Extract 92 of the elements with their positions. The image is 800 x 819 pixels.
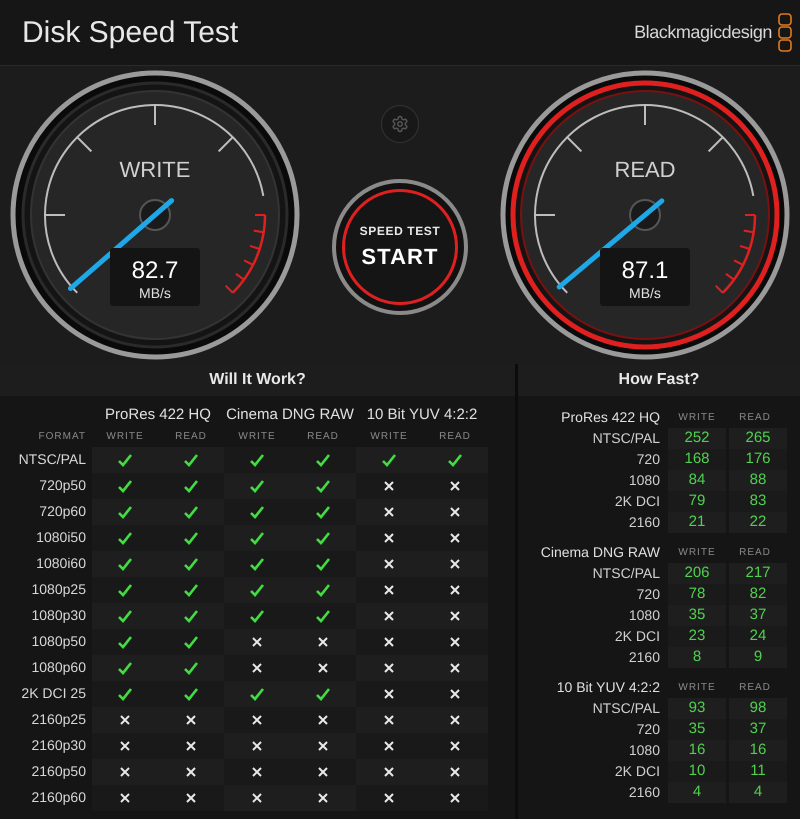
codec-heading: Cinema DNG RAW: [540, 542, 660, 562]
brand-name: Blackmagicdesign: [634, 21, 772, 44]
format-label: 720p50: [38, 476, 86, 495]
speed-value: 217: [745, 563, 771, 584]
column-heading: WRITE: [369, 430, 409, 444]
format-label: 1080i50: [35, 528, 86, 547]
format-label: 720: [636, 450, 660, 469]
codec-heading: ProRes 422 HQ: [560, 408, 660, 427]
speed-value: 83: [750, 491, 766, 512]
format-label: 2160p25: [30, 710, 86, 729]
codec-heading: Cinema DNG RAW: [225, 405, 355, 425]
format-label: NTSC/PAL: [592, 564, 660, 583]
speed-value: 10: [688, 761, 706, 782]
speed-value: 37: [750, 719, 766, 740]
column-heading: WRITE: [677, 680, 717, 694]
format-label: NTSC/PAL: [592, 429, 660, 448]
speed-value: 16: [750, 740, 766, 760]
speed-value: 84: [688, 470, 706, 490]
format-label: 720: [636, 720, 660, 739]
codec-heading: ProRes 422 HQ: [104, 405, 212, 425]
speed-value: 4: [754, 782, 762, 802]
format-label: 1080p25: [30, 580, 86, 599]
format-label: 1080: [628, 471, 660, 490]
column-heading: WRITE: [677, 546, 717, 560]
format-label: 2K DCI: [614, 627, 660, 646]
settings-button[interactable]: [381, 105, 419, 143]
speed-reading: 82.7: [132, 257, 178, 284]
format-label: 1080i60: [35, 554, 86, 573]
format-label: 2K DCI 25: [20, 684, 86, 703]
speed-unit: MB/s: [139, 285, 171, 301]
format-label: 1080p30: [30, 606, 86, 625]
column-heading: WRITE: [105, 430, 145, 444]
speed-value: 82: [750, 584, 766, 604]
speed-value: 35: [688, 719, 706, 740]
speed-value: 35: [688, 605, 706, 626]
column-heading: WRITE: [237, 430, 277, 444]
column-heading: READ: [306, 430, 340, 444]
settings-icon: [391, 115, 409, 133]
speed-value: 206: [684, 563, 710, 584]
speed-value: 88: [750, 470, 766, 490]
format-label: 720p60: [38, 502, 86, 521]
format-label: 2160p30: [30, 736, 86, 755]
format-label: 2160: [628, 648, 660, 667]
codec-heading: 10 Bit YUV 4:2:2: [556, 678, 660, 696]
format-label: 1080: [628, 741, 660, 760]
speed-value: 168: [684, 449, 710, 470]
logo-icon: [778, 12, 792, 52]
section-title: How Fast?: [618, 370, 700, 390]
speed-reading: 87.1: [622, 257, 668, 284]
format-label: 2K DCI: [614, 492, 660, 511]
speed-value: 93: [688, 698, 706, 718]
format-label: 2160: [628, 783, 660, 802]
format-label: 2160: [628, 513, 660, 532]
format-label: 2160p50: [30, 762, 86, 781]
speed-value: 9: [754, 647, 762, 668]
format-label: 2160p60: [30, 788, 86, 807]
column-heading: READ: [738, 410, 772, 424]
speed-value: 24: [750, 626, 766, 646]
format-label: NTSC/PAL: [18, 450, 86, 469]
format-label: NTSC/PAL: [592, 699, 660, 718]
format-label: 1080p50: [30, 632, 86, 651]
speed-value: 22: [750, 512, 766, 532]
format-label: 2K DCI: [614, 762, 660, 781]
column-heading: FORMAT: [38, 430, 86, 444]
speed-value: 23: [688, 626, 706, 646]
column-heading: READ: [438, 430, 472, 444]
gauge-label: READ: [614, 157, 676, 182]
format-label: 720: [636, 585, 660, 604]
speed-value: 37: [750, 605, 766, 626]
speed-value: 78: [688, 584, 706, 604]
codec-heading: 10 Bit YUV 4:2:2: [366, 405, 478, 425]
format-label: 1080p60: [30, 658, 86, 677]
speed-value: 8: [692, 647, 702, 668]
speed-value: 176: [745, 449, 771, 470]
column-heading: READ: [738, 546, 772, 560]
section-title: Will It Work?: [209, 370, 306, 390]
app-title: Disk Speed Test: [22, 15, 238, 51]
column-heading: READ: [174, 430, 208, 444]
format-label: 1080: [628, 606, 660, 625]
speed-value: 4: [692, 782, 702, 802]
speed-value: 21: [688, 512, 706, 532]
column-heading: READ: [738, 680, 772, 694]
speed-value: 252: [684, 428, 710, 448]
speed-value: 79: [688, 491, 706, 512]
column-heading: WRITE: [677, 410, 717, 424]
speed-value: 16: [688, 740, 706, 760]
speed-value: 11: [750, 761, 766, 782]
speed-value: 265: [745, 428, 771, 448]
speed-unit: MB/s: [629, 285, 661, 301]
start-button[interactable]: SPEED TEST START: [332, 179, 468, 315]
speed-value: 98: [750, 698, 766, 718]
gauge-label: WRITE: [120, 157, 190, 182]
